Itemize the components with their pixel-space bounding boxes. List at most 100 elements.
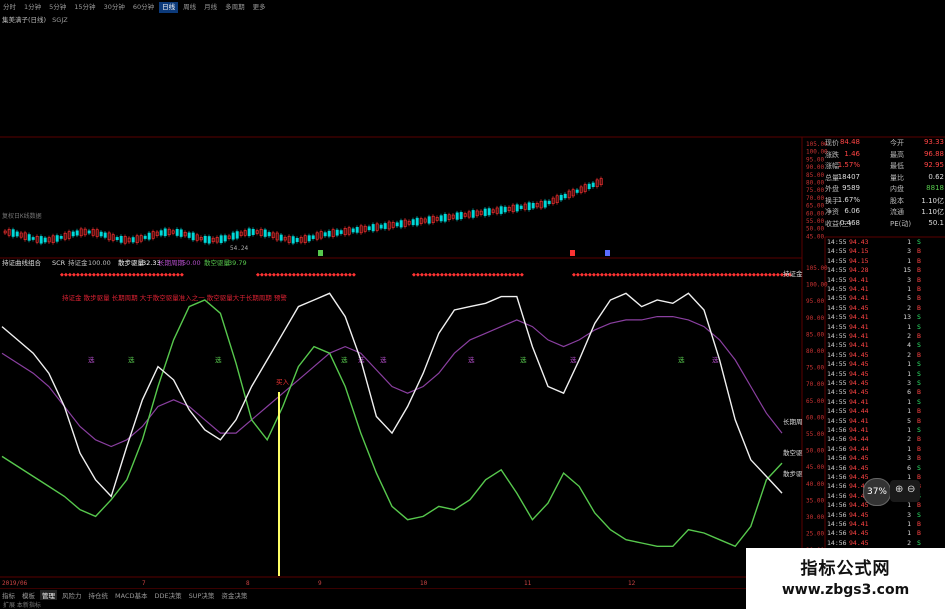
candle-body [219,235,223,243]
tick-time: 14:55 [827,341,847,350]
candle-body [395,222,399,227]
indicator-tab-4[interactable]: 持仓统 [87,590,111,600]
indicator-y-tick: 70.00 [806,381,824,388]
tick-side: S [917,397,921,406]
select-mark: 选 [88,355,95,364]
status-bar: 扩展 本新指标 [3,602,41,609]
tick-row: 14:55 94.15 1 B [825,257,945,266]
candle-body [323,232,327,237]
tick-volume: 3 [907,510,911,519]
tick-time: 14:55 [827,322,847,331]
tick-row: 14:5694.41 1B [825,520,945,529]
quote-value: 1.10亿 [921,196,944,205]
quote-row: 涨幅 1.57% 最低 92.95 [802,161,945,172]
select-mark: 选 [468,355,475,364]
candle-body [559,194,563,201]
indicator-tab-1[interactable]: 模板 [20,590,37,600]
tick-side: B [917,388,921,397]
tick-side: S [917,360,921,369]
candle-body [207,236,211,244]
tick-price: 94.41 [849,322,869,331]
watermark-logo: 指标公式网 www.zbgs3.com [746,548,945,609]
candle-body [11,229,15,237]
quote-label: PE(动) [890,219,912,228]
zoom-level-badge[interactable]: 37% [863,478,891,506]
tick-row: 14:5694.41 1S [825,426,945,435]
tick-price: 94.41 [849,285,869,293]
tick-side: B [917,444,921,453]
indicator-series-line [1,316,783,448]
tick-time: 14:55 [827,350,847,359]
indicator-y-tick: 55.00 [806,431,824,438]
tick-price: 94.44 [849,407,869,416]
candle-body [119,235,123,243]
tick-price: 94.45 [849,501,869,510]
tick-price: 94.28 [849,266,869,275]
tick-side: S [917,538,921,547]
candle-body [179,229,183,237]
chart-canvas[interactable]: 105.00100.0095.0090.0085.0080.0075.0070.… [0,0,945,609]
tick-time: 14:55 [827,407,847,416]
tick-volume: 1 [907,256,911,265]
zoom-out-icon[interactable]: ⊖ [907,484,915,495]
select-mark: 选 [341,355,348,364]
tick-volume: 6 [907,388,911,397]
tick-volume: 1 [907,520,911,528]
tick-detail-panel[interactable]: 14:55 94.43 1 S 14:55 94.15 3 B 14:55 94.15 1 B 14:5… [825,238,945,568]
tick-side: S [917,322,921,331]
indicator-tab-6[interactable]: DDE决策 [152,590,183,600]
tick-time: 14:56 [827,435,847,444]
quote-value: 0.468 [839,218,860,227]
indicator-y-tick: 45.00 [806,464,824,471]
indicator-tab-7[interactable]: SUP决策 [187,590,217,600]
buy-signal-label: 买入 [276,378,290,386]
tick-price: 94.45 [849,360,869,369]
tick-price: 94.45 [849,529,869,538]
kline-candles [3,176,603,246]
tick-price: 94.43 [849,238,869,246]
candle-body [527,202,531,211]
tick-time: 14:55 [827,303,847,312]
candle-body [307,235,311,242]
candle-body [519,205,523,209]
tick-price: 94.41 [849,313,869,322]
time-axis-label: 12 [628,580,636,587]
indicator-lines [1,292,783,548]
candle-body [487,208,491,216]
select-mark: 选 [380,355,387,364]
tick-side: B [917,435,921,444]
candle-body [115,237,119,241]
tick-row: 14:55 94.41 5 B [825,417,945,426]
candle-body [75,230,79,236]
candle-body [291,236,295,244]
kline-signal-diamond: ◆ [180,272,184,278]
tick-row: 14:55 94.43 1 S [825,238,945,247]
candle-body [547,200,551,205]
tick-volume: 1 [907,285,911,293]
tick-volume: 3 [907,454,911,463]
tick-price: 94.45 [849,510,869,519]
indicator-tab-0[interactable]: 指标 [0,590,17,600]
zoom-in-icon[interactable]: ⊕ [895,484,903,495]
kline-caption: 复权日K线数据 [2,212,42,220]
tick-volume: 6 [907,463,911,472]
tick-time: 14:55 [827,266,847,275]
tick-time: 14:55 [827,256,847,265]
indicator-tab-3[interactable]: 风险力 [60,590,84,600]
zoom-controls[interactable]: ⊕ ⊖ [890,480,920,502]
tick-row: 14:55 94.45 2 B [825,351,945,360]
indicator-tab-2[interactable]: 管理 [40,590,57,600]
tick-time: 14:55 [827,313,847,322]
indicator-tab-5[interactable]: MACD基本 [113,590,149,600]
tick-volume: 4 [907,341,911,350]
candle-body [503,206,507,213]
tick-side: B [917,294,921,303]
indicator-y-tick: 85.00 [806,331,824,338]
quote-label: 量比 [890,173,904,182]
tick-time: 14:56 [827,473,847,481]
time-axis-label: 7 [142,580,146,587]
kline-signal-diamond: ◆ [352,272,356,278]
tick-side: B [917,256,921,265]
tick-row: 14:55 94.44 1 B [825,407,945,416]
indicator-tab-8[interactable]: 资金决策 [219,590,249,600]
